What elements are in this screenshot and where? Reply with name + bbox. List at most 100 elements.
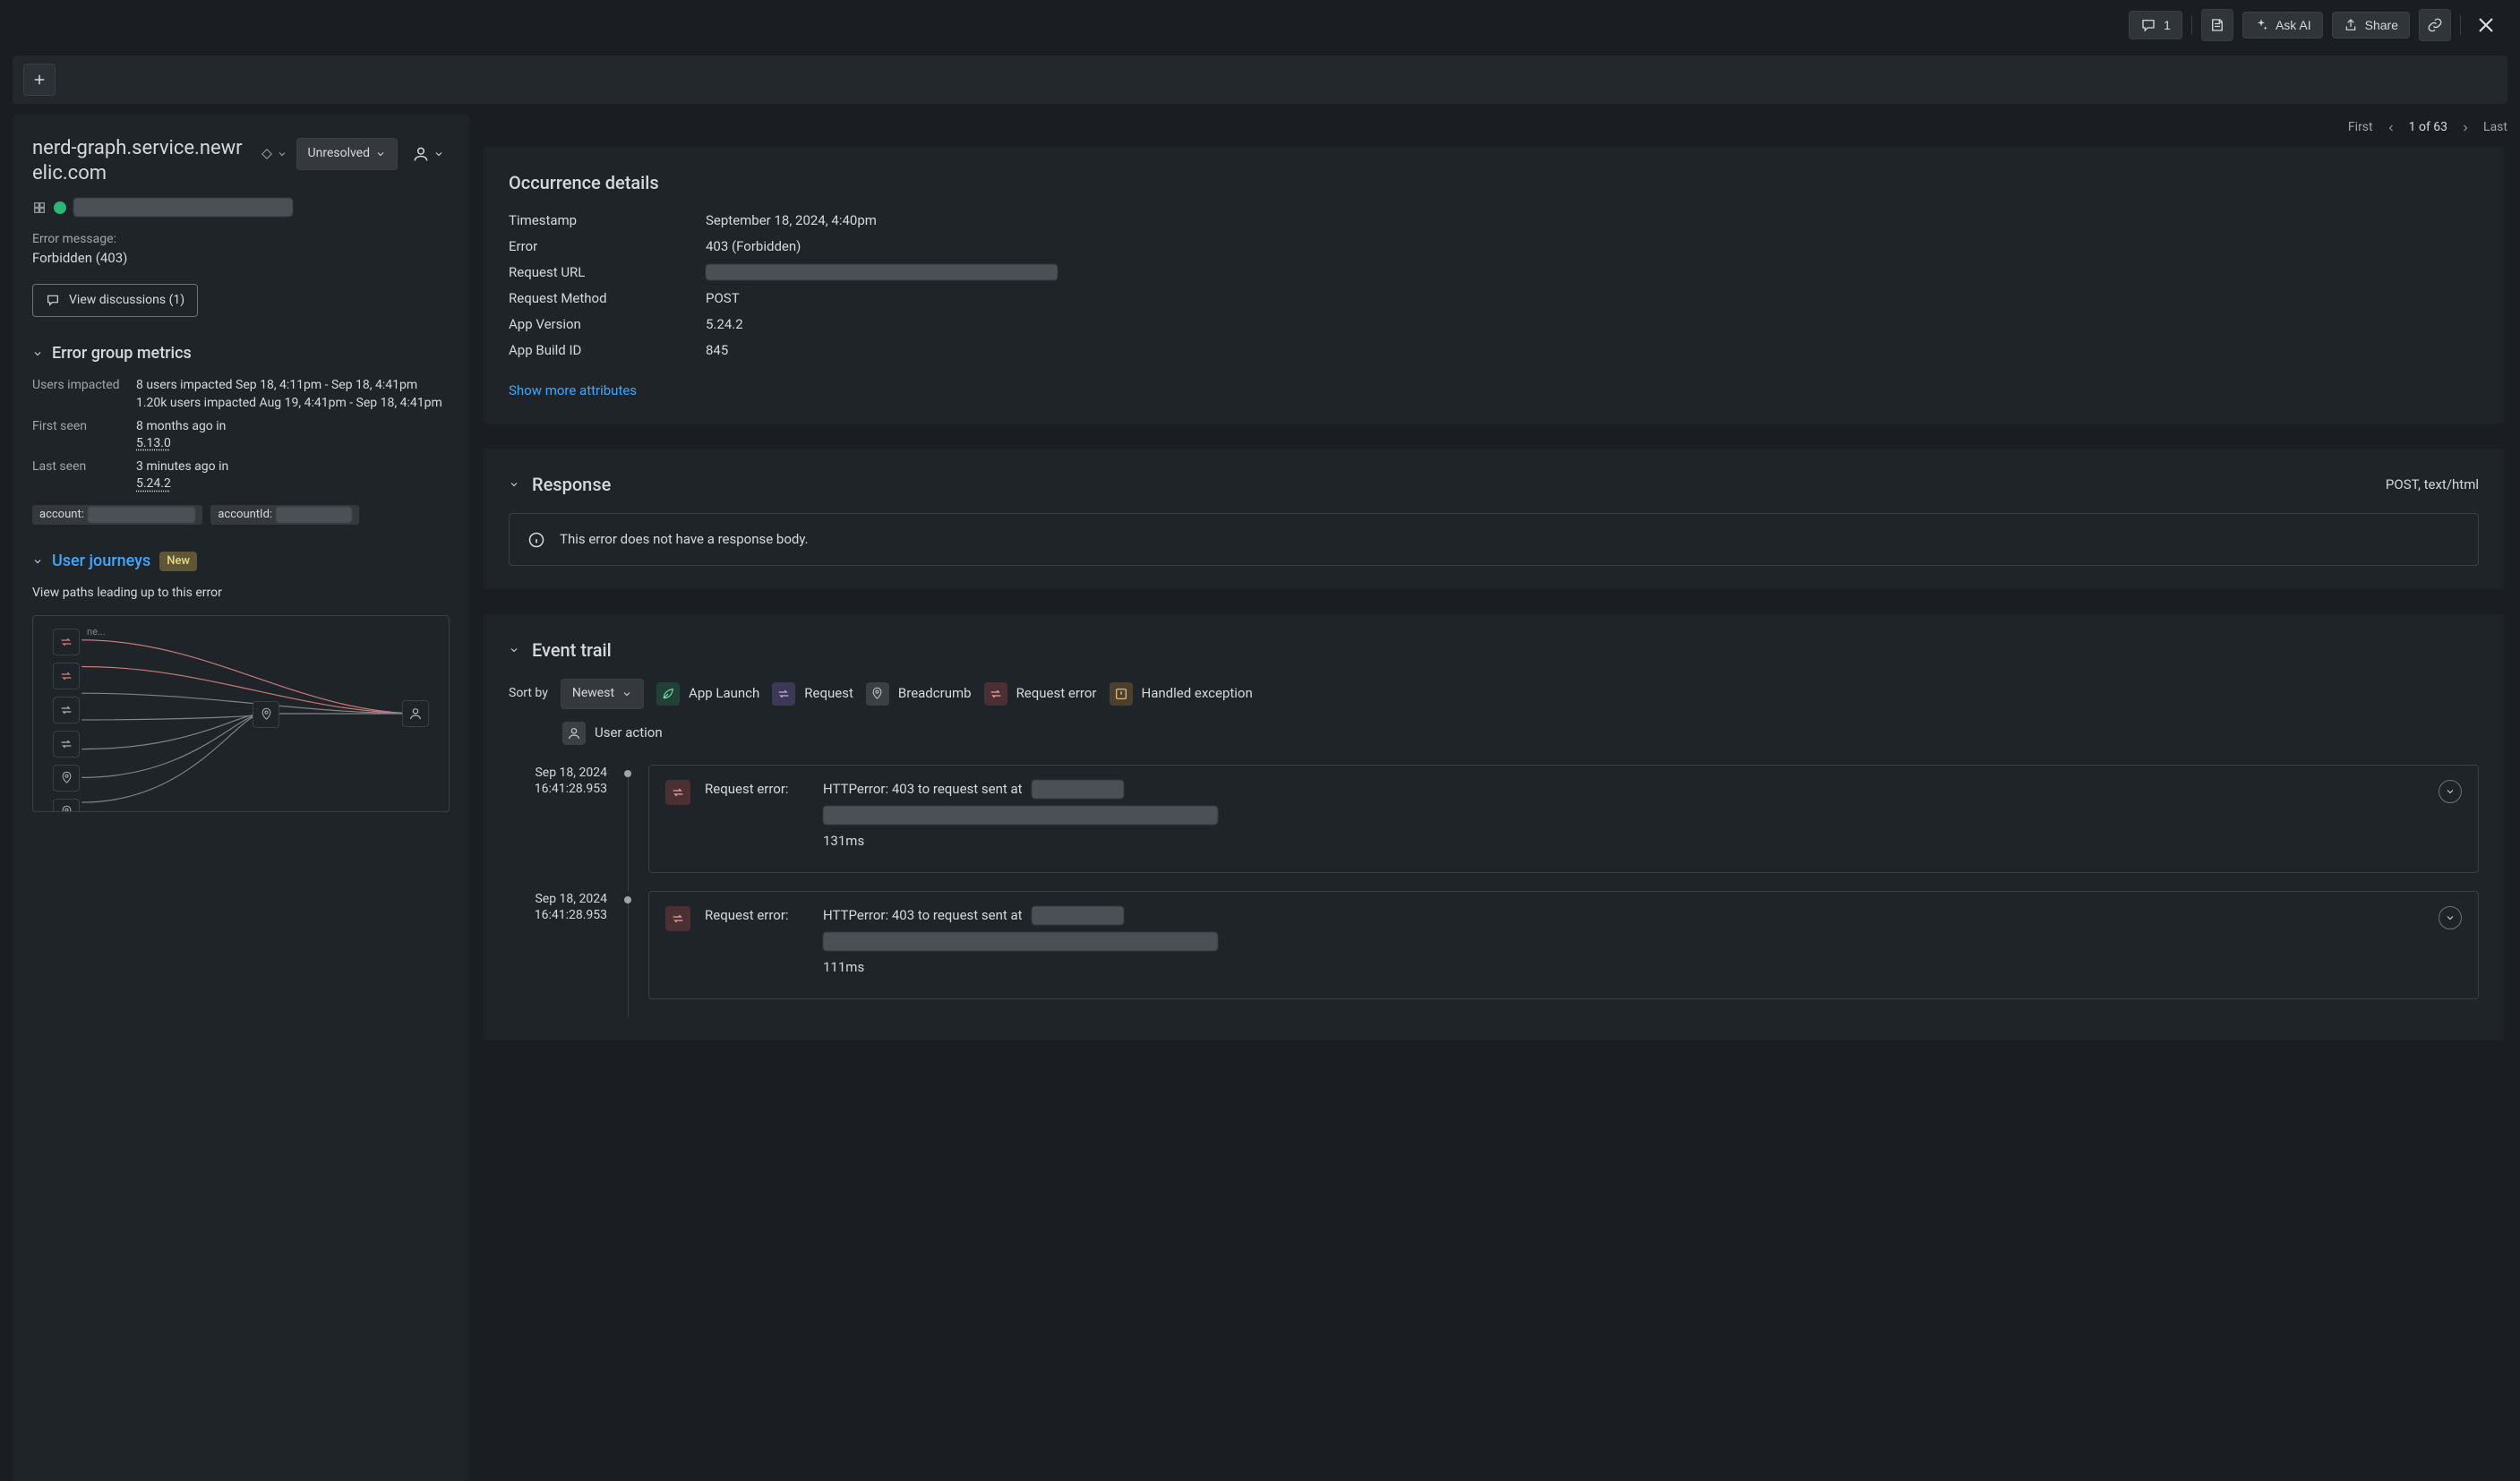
notes-button[interactable] (2201, 9, 2233, 41)
trail-timestamp: Sep 18, 202416:41:28.953 (509, 765, 607, 799)
event-trail-header[interactable]: Event trail (509, 638, 2479, 663)
filter-breadcrumb[interactable]: Breadcrumb (866, 682, 972, 706)
journey-start-nodes (53, 629, 80, 812)
event-trail-card: Event trail Sort by Newest App Launch Re… (484, 614, 2504, 1040)
metrics-title: Error group metrics (52, 342, 192, 364)
detail-value: https://nerd-graph.service.newrelic.com/… (706, 263, 1058, 282)
pin-icon (866, 682, 889, 706)
view-discussions-button[interactable]: View discussions (1) (32, 284, 198, 318)
status-select[interactable]: Unresolved (296, 138, 398, 170)
page-header: 1 Ask AI Share (0, 0, 2520, 50)
assignee-select[interactable] (407, 145, 450, 163)
trail-event: Sep 18, 202416:41:28.953 Request error: … (509, 891, 2479, 999)
trail-event: Sep 18, 202416:41:28.953 Request error: … (509, 765, 2479, 873)
ask-ai-button[interactable]: Ask AI (2242, 12, 2323, 39)
sort-select[interactable]: Newest (561, 679, 644, 709)
detail-key: Request Method (509, 289, 706, 308)
trail-card[interactable]: Request error: HTTPerror: 403 to request… (648, 765, 2479, 873)
trail-message: HTTPerror: 403 to request sent at (823, 780, 1023, 799)
sort-by-label: Sort by (509, 685, 548, 703)
first-seen-label: First seen (32, 418, 122, 453)
journeys-title[interactable]: User journeys (52, 550, 150, 572)
info-icon (527, 531, 545, 549)
tag-accountid-key: accountId: (218, 507, 272, 523)
filter-user-action[interactable]: User action (562, 722, 663, 745)
details-pane: Occurrence details TimestampSeptember 18… (484, 115, 2507, 1481)
filter-app-launch[interactable]: App Launch (656, 682, 759, 706)
new-badge: New (159, 552, 197, 571)
detail-value: September 18, 2024, 4:40pm (706, 211, 877, 230)
tag-account[interactable]: account: Mobile Apps Team (32, 505, 202, 525)
response-empty-banner: This error does not have a response body… (509, 513, 2479, 566)
filter-request[interactable]: Request (772, 682, 853, 706)
priority-dropdown[interactable] (261, 148, 287, 160)
swap-icon (665, 906, 690, 931)
share-button[interactable]: Share (2332, 12, 2410, 39)
expand-button[interactable] (2439, 906, 2462, 929)
add-toolbar (13, 56, 2507, 104)
view-discussions-label: View discussions (1) (69, 292, 184, 310)
first-seen-time: 8 months ago in (136, 419, 226, 433)
filter-request-error[interactable]: Request error (984, 682, 1097, 706)
trail-duration: 111ms (823, 958, 864, 977)
journeys-graph[interactable]: ne... (32, 615, 450, 812)
copy-link-button[interactable] (2419, 9, 2451, 41)
last-seen-time: 3 minutes ago in (136, 459, 228, 474)
metrics-section-header[interactable]: Error group metrics (32, 342, 450, 364)
node-breadcrumb (53, 765, 80, 792)
detail-value: POST (706, 289, 740, 308)
journeys-section-header[interactable]: User journeys New (32, 550, 450, 572)
close-button[interactable] (2470, 9, 2502, 41)
swap-icon (984, 682, 1007, 706)
swap-icon (772, 682, 795, 706)
response-title: Response (532, 472, 611, 497)
response-header[interactable]: Response (509, 472, 611, 497)
chevron-down-icon (509, 645, 519, 655)
grid-icon (32, 201, 47, 215)
show-more-attributes[interactable]: Show more attributes (509, 381, 637, 400)
tag-account-value: Mobile Apps Team (88, 507, 195, 523)
node-breadcrumb (253, 701, 279, 728)
detail-value: 845 (706, 341, 728, 360)
trail-time-masked: 16:41:28.842 (1032, 906, 1124, 925)
tag-accountid-value: 1234567890 (276, 507, 352, 523)
tag-account-key: account: (39, 507, 84, 523)
user-icon (562, 722, 586, 745)
comments-button[interactable]: 1 (2129, 11, 2182, 39)
detail-row: App Version5.24.2 (509, 315, 2479, 334)
filter-label: Handled exception (1142, 684, 1253, 703)
chevron-down-icon (32, 348, 43, 359)
detail-row: Error403 (Forbidden) (509, 237, 2479, 256)
trail-connector (623, 765, 632, 873)
entity-row[interactable]: New Relic for Android - Production (32, 198, 450, 217)
node-user (402, 700, 429, 727)
detail-row: Request URLhttps://nerd-graph.service.ne… (509, 263, 2479, 282)
error-message: Forbidden (403) (32, 249, 450, 268)
detail-key: Request URL (509, 263, 706, 282)
trail-connector (623, 891, 632, 999)
tag-accountid[interactable]: accountId: 1234567890 (210, 505, 359, 525)
trail-duration: 131ms (823, 832, 864, 851)
first-seen-version[interactable]: 5.13.0 (136, 436, 171, 450)
entity-name-masked: New Relic for Android - Production (73, 198, 293, 217)
last-seen-version[interactable]: 5.24.2 (136, 476, 171, 491)
trail-url-masked: https://nerd-graph.service.newrelic.com/… (823, 932, 1218, 951)
warning-square-icon (1110, 682, 1133, 706)
divider (2460, 15, 2461, 35)
trail-card[interactable]: Request error: HTTPerror: 403 to request… (648, 891, 2479, 999)
chevron-down-icon (277, 149, 287, 159)
filter-label: Request (804, 684, 853, 703)
add-button[interactable] (23, 64, 56, 96)
error-summary-panel: nerd-graph.service.newrelic.com Unresolv… (13, 115, 469, 1481)
filter-handled-exception[interactable]: Handled exception (1110, 682, 1253, 706)
detail-key: Timestamp (509, 211, 706, 230)
trail-message: HTTPerror: 403 to request sent at (823, 906, 1023, 925)
node-request (53, 697, 80, 723)
masked-value: https://nerd-graph.service.newrelic.com/… (706, 264, 1058, 280)
expand-button[interactable] (2439, 780, 2462, 803)
users-impacted-label: Users impacted (32, 377, 122, 412)
chevron-down-icon (433, 149, 444, 159)
node-request (53, 731, 80, 758)
comment-icon (2140, 17, 2156, 33)
share-label: Share (2365, 18, 2398, 32)
